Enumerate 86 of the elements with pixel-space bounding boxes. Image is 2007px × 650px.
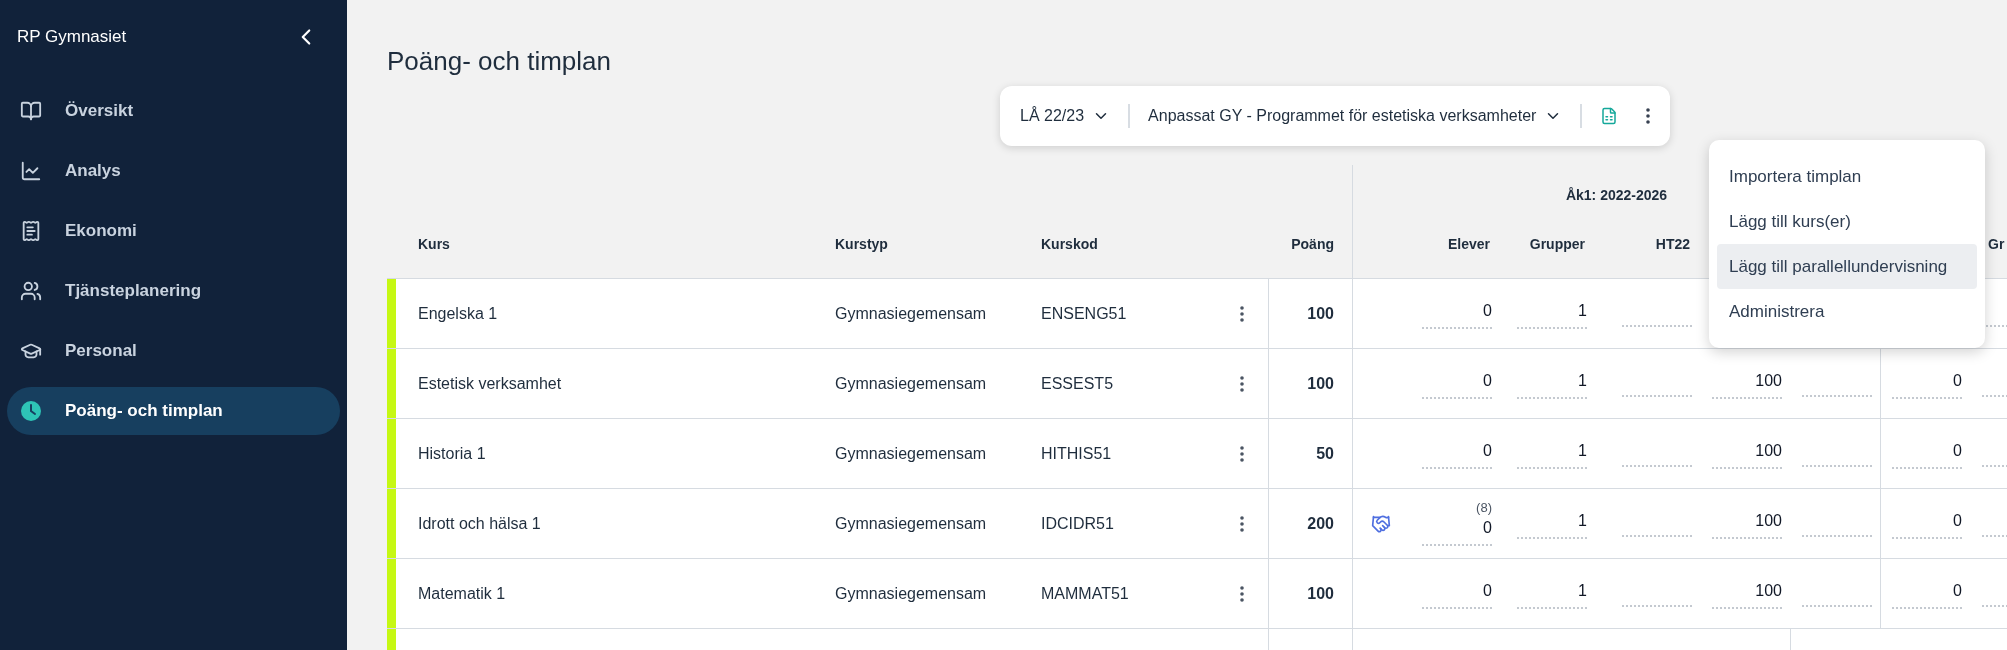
row-color-bar [387,419,396,488]
row-color-bar [387,279,396,348]
value-field[interactable]: 0 [1892,438,1962,469]
course-code: ESSEST5 [1040,373,1115,394]
page-title: Poäng- och timplan [387,45,612,78]
row-menu-button[interactable] [1239,445,1244,462]
nav-item[interactable]: Analys [7,147,340,195]
group-heading: Åk1: 2022-2026 [1565,186,1668,205]
clock-icon [20,400,42,422]
row-menu-button[interactable] [1239,305,1244,322]
nav-item[interactable]: Poäng- och timplan [7,387,340,435]
course-points: 50 [1316,443,1334,464]
course-type: Gymnasiegemensam [834,583,988,604]
value-field[interactable]: 0 [1892,368,1962,399]
course-code: MAMMAT51 [1040,583,1130,604]
course-type: Gymnasiegemensam [834,513,988,534]
course-name: Estetisk verksamhet [417,373,563,394]
row-menu-button[interactable] [1239,375,1244,392]
column-header: Poäng [1291,234,1335,254]
program-dropdown[interactable]: Anpassat GY - Programmet för estetiska verksamheter [1148,104,1563,128]
row-color-bar [387,489,396,558]
handshake-icon[interactable] [1371,513,1391,534]
kebab-icon [1646,108,1651,124]
nav-item[interactable]: Personal [7,327,340,375]
course-code: HITHIS51 [1040,443,1113,464]
value-field[interactable]: 0 [1892,508,1962,539]
line-chart-icon [20,160,42,182]
value-field[interactable]: 0 [1892,578,1962,609]
course-type: Gymnasiegemensam [834,373,988,394]
school-name: RP Gymnasiet [17,26,127,49]
menu-item[interactable]: Lägg till parallellundervisning [1717,244,1977,289]
course-points: 100 [1307,303,1334,324]
value-field[interactable]: 1 [1517,578,1587,609]
count-note: (8) [1476,501,1492,514]
course-name: Idrott och hälsa 1 [417,513,542,534]
column-header: Gr [1988,234,2005,254]
spreadsheet-file-icon [1600,107,1619,125]
more-button[interactable] [1646,108,1651,124]
row-menu-button[interactable] [1239,585,1244,602]
year-dropdown[interactable]: LÅ 22/23 [1020,104,1111,128]
receipt-icon [20,220,42,242]
course-name: Historia 1 [417,443,487,464]
value-field[interactable]: 1 [1517,298,1587,329]
column-header: Elever [1447,234,1490,254]
kebab-icon [1239,515,1244,532]
value-field[interactable]: 0 [1422,516,1492,546]
column-header: Kurstyp [834,234,888,254]
value-field[interactable]: 0 [1422,438,1492,469]
value-field[interactable]: 0 [1422,298,1492,329]
course-code: IDCIDR51 [1040,513,1115,534]
kebab-icon [1239,375,1244,392]
book-icon [20,100,42,122]
people-icon [20,280,42,302]
kebab-icon [1239,445,1244,462]
value-field[interactable]: 0 [1422,368,1492,399]
row-color-bar [387,349,396,418]
kebab-icon [1239,585,1244,602]
course-points: 200 [1307,513,1334,534]
column-header: Kurs [417,234,450,254]
kebab-icon [1239,305,1244,322]
course-points: 100 [1307,373,1334,394]
menu-item[interactable]: Importera timplan [1717,154,1977,199]
value-field[interactable]: 1 [1517,438,1587,469]
menu-item[interactable]: Administrera [1717,289,1977,334]
nav-item[interactable]: Tjänsteplanering [7,267,340,315]
column-header: HT22 [1655,234,1690,254]
value-field[interactable]: 1 [1517,368,1587,399]
course-code: ENSENG51 [1040,303,1128,324]
value-field[interactable]: 100 [1712,438,1782,469]
course-name: Matematik 1 [417,583,507,604]
value-field[interactable]: 100 [1712,368,1782,399]
excel-export-button[interactable] [1600,107,1619,125]
course-name: Engelska 1 [417,303,499,324]
value-field[interactable]: 1 [1517,508,1587,539]
value-field[interactable]: 100 [1712,508,1782,539]
value-field[interactable]: 100 [1712,578,1782,609]
column-header: Kurskod [1040,234,1098,254]
course-points: 100 [1307,583,1334,604]
menu-item[interactable]: Lägg till kurs(er) [1717,199,1977,244]
course-type: Gymnasiegemensam [834,443,988,464]
course-type: Gymnasiegemensam [834,303,988,324]
row-menu-button[interactable] [1239,515,1244,532]
nav-item[interactable]: Översikt [7,87,340,135]
column-header: Grupper [1529,234,1585,254]
nav-item[interactable]: Ekonomi [7,207,340,255]
value-field[interactable]: 0 [1422,578,1492,609]
